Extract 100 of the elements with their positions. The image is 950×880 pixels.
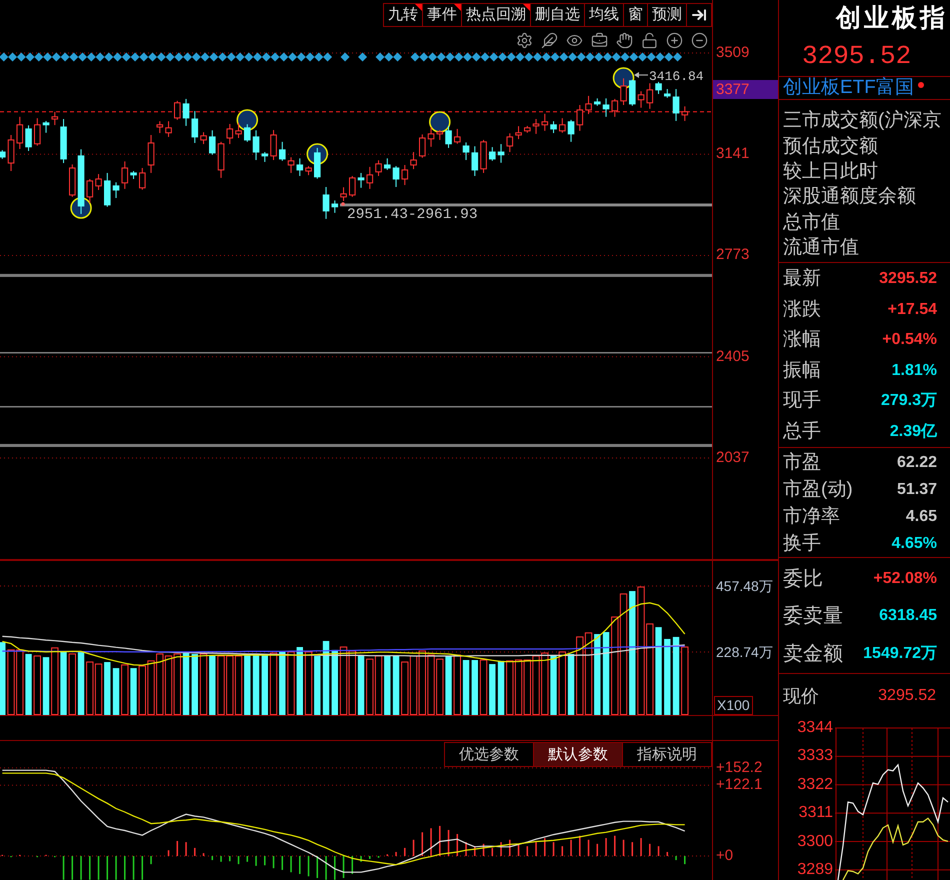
diamond-marker-icon	[620, 52, 630, 62]
stat-value: 3295.52	[879, 269, 937, 290]
stat-label: 现手	[783, 389, 821, 413]
diamond-marker-icon	[192, 52, 201, 62]
lock-open-icon[interactable]	[641, 32, 658, 49]
diamond-marker-icon	[603, 52, 612, 62]
current-price-value: 3295.52	[878, 686, 936, 706]
candlestick	[174, 100, 181, 120]
candlestick	[498, 144, 504, 164]
diamond-marker-icon	[542, 52, 551, 62]
candlestick	[454, 128, 461, 144]
candlestick	[52, 111, 58, 126]
stat-value: 2.39亿	[890, 422, 937, 442]
candlestick	[182, 98, 190, 126]
diamond-marker-icon	[664, 52, 674, 62]
diamond-marker-icon	[279, 52, 288, 62]
diamond-marker-icon	[646, 52, 656, 62]
info-label: 流通市值	[783, 236, 859, 260]
diamond-marker-icon	[376, 52, 385, 62]
toolbar-tab[interactable]: 删自选	[530, 3, 585, 27]
diamond-marker-icon	[148, 52, 158, 62]
axis-label: 3344	[797, 719, 833, 737]
feather-icon[interactable]	[541, 32, 558, 49]
axis-label: +122.1	[716, 776, 762, 794]
candlestick	[672, 88, 680, 122]
diamond-marker-icon	[16, 52, 26, 62]
diamond-marker-icon	[306, 52, 315, 62]
etf-link[interactable]: 创业板ETF富国	[783, 77, 914, 99]
candlestick	[384, 158, 391, 170]
candlestick	[515, 126, 522, 140]
diamond-marker-icon	[270, 52, 280, 62]
axis-label: 3333	[797, 747, 833, 766]
candlestick	[358, 172, 364, 188]
diamond-marker-icon	[506, 52, 516, 62]
toolbar-tab[interactable]: 热点回溯	[461, 3, 531, 27]
toolbar-tab[interactable]: 事件	[422, 3, 462, 27]
candlestick	[192, 110, 198, 144]
candlestick	[682, 106, 688, 122]
toolbar-tab[interactable]: 预测	[647, 3, 687, 27]
candlestick	[576, 104, 584, 132]
candlestick	[296, 158, 304, 176]
stat-label: 涨幅	[783, 328, 821, 352]
candlestick	[532, 118, 540, 134]
eye-icon[interactable]	[566, 32, 583, 49]
axis-label: +0	[716, 847, 734, 866]
axis-label: 2405	[716, 348, 750, 366]
candlestick	[366, 166, 374, 190]
axis-label: 457.48万	[716, 577, 773, 596]
order-label: 卖金额	[783, 642, 843, 667]
ratio-value: 4.65	[906, 506, 937, 527]
order-value: +52.08%	[873, 568, 937, 589]
candlestick	[550, 120, 557, 134]
axis-label: 3509	[716, 44, 750, 62]
diamond-marker-icon	[498, 52, 508, 62]
diamond-marker-icon	[174, 52, 184, 62]
stat-label: 涨跌	[783, 298, 821, 322]
order-value: 1549.72万	[863, 644, 937, 664]
info-label: 深股通额度余额	[783, 185, 916, 210]
settings-icon[interactable]	[516, 32, 533, 49]
briefcase-icon[interactable]	[591, 32, 608, 49]
minus-circle-icon[interactable]	[691, 32, 708, 49]
hand-icon[interactable]	[616, 32, 633, 49]
diamond-marker-icon	[86, 52, 96, 62]
collapse-button[interactable]	[686, 3, 712, 27]
diamond-marker-icon	[78, 52, 88, 62]
candlestick	[489, 146, 496, 162]
arrow-to-line-icon	[691, 7, 707, 23]
circle-marker-icon	[236, 109, 258, 131]
candlestick	[445, 125, 452, 148]
candlestick	[646, 82, 654, 110]
candlestick	[16, 116, 24, 150]
candlestick	[122, 160, 128, 190]
index-price: 3295.52	[802, 40, 912, 73]
diamond-marker-icon	[489, 52, 498, 62]
axis-label: 2773	[716, 246, 750, 264]
toolbar-tab[interactable]: 窗	[623, 3, 648, 27]
indicator-tab[interactable]: 默认参数	[533, 742, 623, 767]
diamond-marker-icon	[480, 52, 490, 62]
diamond-marker-icon	[104, 52, 114, 62]
diamond-marker-icon	[314, 52, 324, 62]
plus-circle-icon[interactable]	[666, 32, 683, 49]
ratio-value: 62.22	[896, 453, 937, 474]
diamond-marker-icon	[463, 52, 472, 62]
diamond-marker-icon	[43, 52, 52, 62]
point-marker-icon	[341, 202, 345, 206]
diamond-marker-icon	[436, 52, 446, 62]
high-price-label: 3416.84	[649, 69, 704, 84]
diamond-marker-icon	[656, 52, 665, 62]
candlestick	[34, 118, 41, 146]
diamond-marker-icon	[52, 52, 61, 62]
ratio-label: 换手	[783, 532, 821, 556]
toolbar-tab[interactable]: 九转	[383, 3, 423, 27]
info-label: 总市值	[783, 210, 840, 235]
axis-label: 3141	[716, 145, 750, 164]
diamond-marker-icon	[576, 52, 586, 62]
indicator-tab[interactable]: 指标说明	[622, 742, 712, 767]
candlestick	[392, 166, 400, 188]
indicator-tab[interactable]: 优选参数	[444, 742, 534, 767]
candlestick	[244, 124, 251, 142]
toolbar-tab[interactable]: 均线	[584, 3, 624, 27]
